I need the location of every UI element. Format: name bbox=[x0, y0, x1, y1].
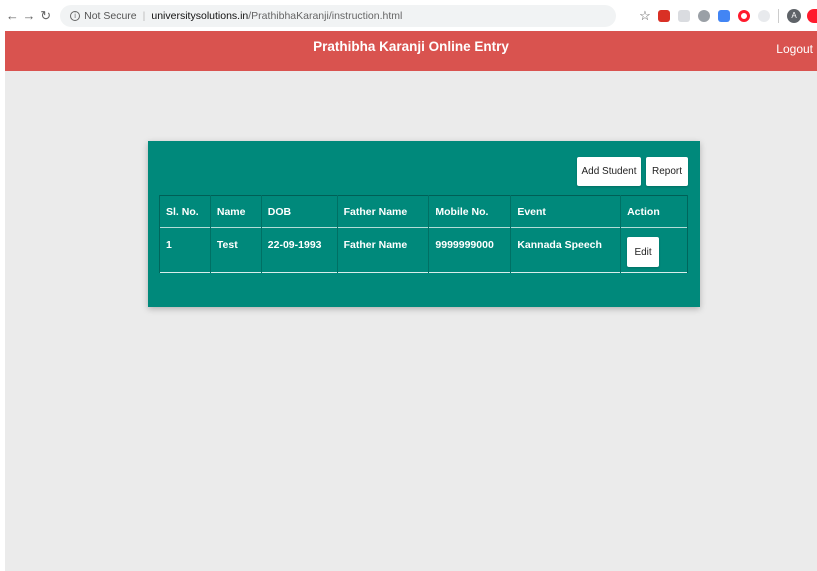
cell-event: Kannada Speech bbox=[510, 227, 621, 273]
info-icon[interactable]: i bbox=[70, 10, 81, 21]
students-panel: Add Student Report Sl. No. Name DOB Fath… bbox=[148, 141, 700, 307]
cell-father-name: Father Name bbox=[336, 227, 429, 273]
extension-globe-icon[interactable] bbox=[697, 9, 710, 22]
column-header-sl-no: Sl. No. bbox=[159, 195, 211, 228]
url-domain: universitysolutions.in bbox=[151, 9, 249, 22]
column-header-action: Action bbox=[620, 195, 688, 228]
table-header-row: Sl. No. Name DOB Father Name Mobile No. … bbox=[159, 195, 688, 228]
opera-menu-icon[interactable] bbox=[806, 8, 817, 23]
column-header-event: Event bbox=[510, 195, 621, 228]
cell-mobile: 9999999000 bbox=[428, 227, 511, 273]
table-row: 1 Test 22-09-1993 Father Name 9999999000… bbox=[159, 227, 688, 273]
page-title: Prathibha Karanji Online Entry bbox=[313, 38, 509, 54]
edit-button[interactable]: Edit bbox=[627, 237, 660, 267]
not-secure-label: Not Secure bbox=[84, 9, 137, 22]
extension-gray-icon[interactable] bbox=[677, 9, 690, 22]
reload-icon[interactable]: ↻ bbox=[37, 7, 54, 25]
toolbar-divider bbox=[777, 8, 779, 23]
cell-dob: 22-09-1993 bbox=[260, 227, 338, 273]
column-header-dob: DOB bbox=[260, 195, 338, 228]
browser-toolbar: ← → ↻ i Not Secure | universitysolutions… bbox=[0, 0, 817, 31]
page-content: Add Student Report Sl. No. Name DOB Fath… bbox=[5, 71, 817, 571]
bookmark-star-icon[interactable]: ☆ bbox=[638, 8, 652, 24]
cell-action: Edit bbox=[620, 227, 688, 273]
report-button[interactable]: Report bbox=[646, 157, 688, 186]
profile-avatar[interactable]: A bbox=[786, 8, 801, 23]
add-student-button[interactable]: Add Student bbox=[577, 157, 641, 186]
extension-blue-icon[interactable] bbox=[717, 9, 730, 22]
extension-red-icon[interactable] bbox=[657, 9, 670, 22]
address-bar[interactable]: i Not Secure | universitysolutions.in/Pr… bbox=[60, 4, 616, 27]
opera-extension-icon[interactable] bbox=[737, 9, 750, 22]
back-arrow-icon[interactable]: ← bbox=[4, 7, 21, 25]
address-separator: | bbox=[142, 9, 146, 22]
extension-area: ☆ A bbox=[638, 8, 817, 24]
app-header: Prathibha Karanji Online Entry Logout bbox=[5, 31, 817, 71]
cell-sl-no: 1 bbox=[159, 227, 211, 273]
cell-name: Test bbox=[209, 227, 262, 273]
forward-arrow-icon[interactable]: → bbox=[21, 7, 38, 25]
students-table: Sl. No. Name DOB Father Name Mobile No. … bbox=[159, 195, 688, 273]
column-header-name: Name bbox=[209, 195, 262, 228]
logout-link[interactable]: Logout bbox=[776, 31, 813, 67]
extension-light-icon[interactable] bbox=[757, 9, 770, 22]
column-header-father-name: Father Name bbox=[336, 195, 429, 228]
url-path: /PrathibhaKaranji/instruction.html bbox=[248, 9, 403, 22]
column-header-mobile: Mobile No. bbox=[428, 195, 511, 228]
